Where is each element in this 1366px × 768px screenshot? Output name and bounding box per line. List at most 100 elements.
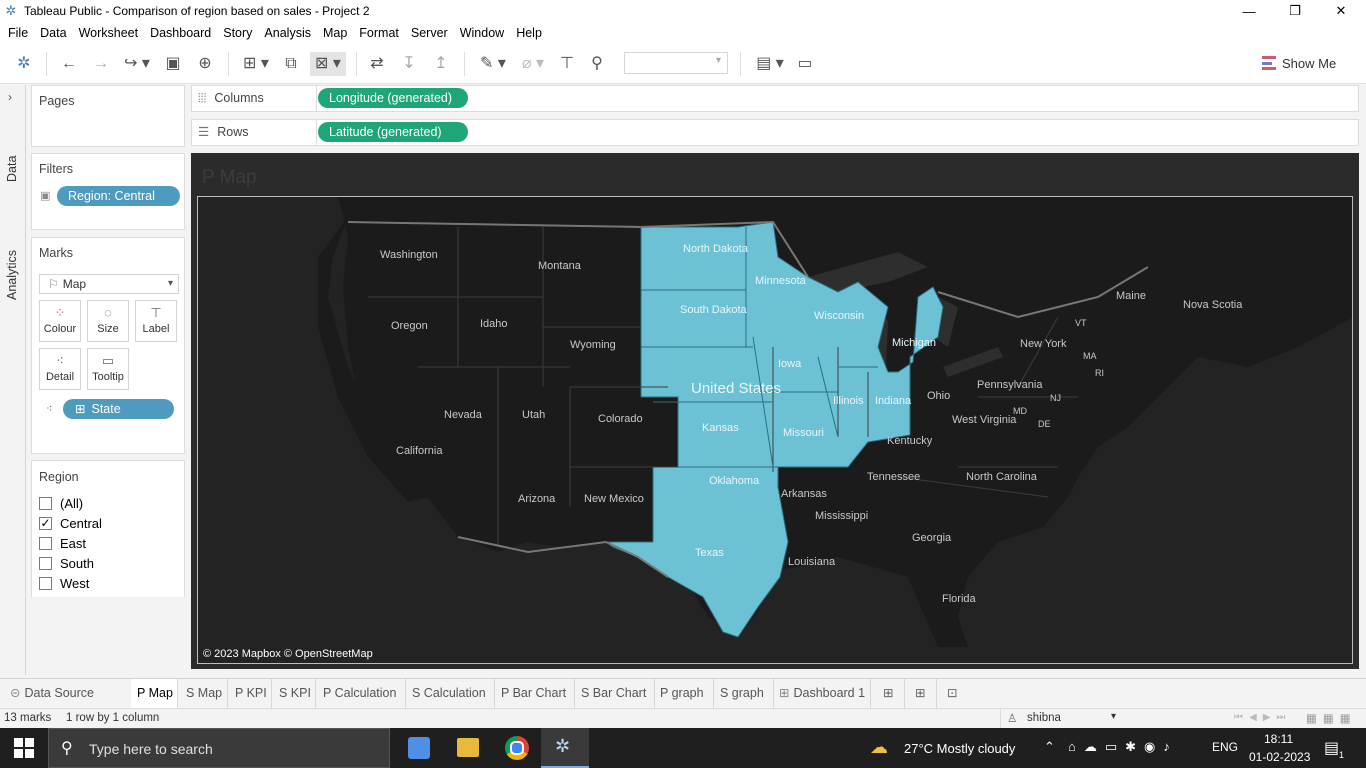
longitude-pill[interactable]: Longitude (generated)	[318, 88, 468, 108]
region-option-west[interactable]: West	[39, 574, 89, 592]
region-option-central[interactable]: ✓ Central	[39, 514, 102, 532]
clock-time[interactable]: 18:11	[1264, 732, 1293, 746]
minimize-icon[interactable]: —	[1226, 0, 1272, 22]
group-members-icon[interactable]: ⌀ ▾	[516, 52, 550, 76]
menu-map[interactable]: Map	[323, 26, 347, 40]
new-story-tab-icon[interactable]: ⊡	[941, 679, 969, 708]
new-dashboard-tab-icon[interactable]: ⊞	[909, 679, 937, 708]
swap-icon[interactable]: ↪ ▾	[120, 52, 154, 76]
menu-window[interactable]: Window	[460, 26, 504, 40]
duplicate-sheet-icon[interactable]: ⧉	[280, 52, 302, 76]
fit-view-icon[interactable]: ▤ ▾	[752, 52, 788, 76]
size-button[interactable]: ◌ Size	[87, 300, 129, 342]
tab-p-calculation[interactable]: P Calculation	[317, 679, 406, 708]
checkbox[interactable]	[39, 576, 52, 590]
weather-text[interactable]: 27°C Mostly cloudy	[904, 741, 1015, 756]
menu-worksheet[interactable]: Worksheet	[79, 26, 139, 40]
swap-rows-columns-icon[interactable]: ⇄	[366, 52, 388, 76]
language-indicator[interactable]: ENG	[1212, 740, 1238, 754]
microsoft-store-icon[interactable]	[408, 737, 430, 759]
clear-sheet-icon[interactable]: ⊠ ▾	[310, 52, 346, 76]
tab-s-calculation[interactable]: S Calculation	[406, 679, 495, 708]
tableau-home-icon[interactable]: ✲	[14, 52, 34, 76]
sort-ascending-icon[interactable]: ↧	[398, 52, 420, 76]
state-pill[interactable]: ⊞ State	[63, 399, 174, 419]
show-mark-labels-icon[interactable]: ⊤	[556, 52, 578, 76]
region-option-south[interactable]: South	[39, 554, 94, 572]
tab-s-map[interactable]: S Map	[180, 679, 228, 708]
chrome-icon[interactable]	[505, 736, 529, 760]
notification-icon[interactable]: ▤	[1324, 738, 1339, 758]
menu-server[interactable]: Server	[411, 26, 448, 40]
label-maine: Maine	[1116, 290, 1146, 302]
analytics-tab[interactable]: Analytics	[5, 250, 19, 300]
region-filter-card: Region (All) ✓ Central East South West	[31, 460, 185, 597]
label-minnesota: Minnesota	[755, 275, 807, 287]
tab-dashboard-1[interactable]: ⊞ Dashboard 1	[773, 679, 871, 708]
weather-icon: ☁	[870, 737, 888, 757]
label-mississippi: Mississippi	[815, 510, 868, 522]
show-hidden-icons-chevron-icon[interactable]: ⌃	[1044, 739, 1055, 755]
menu-help[interactable]: Help	[516, 26, 542, 40]
clock-date[interactable]: 01-02-2023	[1249, 750, 1310, 764]
colour-icon: ⁘	[54, 305, 66, 320]
fix-axes-icon[interactable]: ⚲	[586, 52, 608, 76]
menu-data[interactable]: Data	[40, 26, 66, 40]
data-tab[interactable]: Data	[5, 156, 19, 182]
tab-s-graph[interactable]: S graph	[714, 679, 774, 708]
undo-icon[interactable]: ←	[58, 52, 80, 76]
colour-button[interactable]: ⁘ Colour	[39, 300, 81, 342]
expand-plus-icon: ⊞	[75, 402, 86, 416]
checkbox[interactable]	[39, 496, 52, 510]
show-me-button[interactable]: Show Me	[1262, 53, 1336, 73]
new-data-source-icon[interactable]: ⊕	[194, 52, 216, 76]
tab-s-bar-chart[interactable]: S Bar Chart	[575, 679, 655, 708]
label-button[interactable]: ⊤ Label	[135, 300, 177, 342]
map-view[interactable]: Washington Montana Oregon Idaho Wyoming …	[197, 196, 1353, 664]
region-filter-pill[interactable]: Region: Central	[57, 186, 180, 206]
view-toggle-icons[interactable]: ▦▦▦	[1306, 711, 1357, 725]
mark-type-label: Map	[62, 277, 87, 291]
label-icon: ⊤	[150, 305, 162, 320]
new-worksheet-icon[interactable]: ⊞ ▾	[238, 52, 274, 76]
mark-type-dropdown[interactable]: ⚐ Map ▾	[39, 274, 179, 294]
detail-button[interactable]: ⁖ Detail	[39, 348, 81, 390]
file-explorer-icon[interactable]	[457, 738, 479, 757]
checkbox-checked[interactable]: ✓	[39, 516, 52, 530]
region-option-east[interactable]: East	[39, 534, 86, 552]
redo-icon[interactable]: →	[90, 52, 112, 76]
show-me-label: Show Me	[1282, 55, 1337, 71]
save-icon[interactable]: ▣	[162, 52, 184, 76]
highlight-icon[interactable]: ✎ ▾	[476, 52, 510, 76]
tab-p-kpi[interactable]: P KPI	[229, 679, 272, 708]
label-louisiana: Louisiana	[788, 556, 836, 568]
menu-format[interactable]: Format	[359, 26, 399, 40]
menu-analysis[interactable]: Analysis	[264, 26, 311, 40]
fit-dropdown[interactable]: ▾	[624, 52, 728, 74]
region-option-all[interactable]: (All)	[39, 494, 83, 512]
page-nav-icons[interactable]: ⏮◀▶⏭	[1234, 712, 1291, 723]
tab-p-map[interactable]: P Map	[131, 679, 178, 708]
checkbox[interactable]	[39, 556, 52, 570]
tooltip-button[interactable]: ▭ Tooltip	[87, 348, 129, 390]
sort-descending-icon[interactable]: ↥	[430, 52, 452, 76]
windows-start-icon[interactable]	[14, 738, 34, 758]
system-tray-icons[interactable]: ⌂☁▭✱◉♪	[1068, 739, 1178, 755]
restore-icon[interactable]: ❐	[1272, 0, 1318, 22]
new-worksheet-tab-icon[interactable]: ⊞	[877, 679, 905, 708]
menu-dashboard[interactable]: Dashboard	[150, 26, 211, 40]
tab-data-source[interactable]: ⊝ Data Source	[4, 679, 128, 708]
tab-s-kpi[interactable]: S KPI	[273, 679, 316, 708]
tab-p-graph[interactable]: P graph	[654, 679, 714, 708]
tab-p-bar-chart[interactable]: P Bar Chart	[495, 679, 575, 708]
checkbox[interactable]	[39, 536, 52, 550]
tableau-taskbar-item[interactable]: ✲	[541, 728, 589, 768]
presentation-mode-icon[interactable]: ▭	[794, 52, 816, 76]
close-icon[interactable]: ✕	[1318, 0, 1364, 22]
collapse-chevron-icon[interactable]: ›	[8, 90, 12, 104]
menu-story[interactable]: Story	[223, 26, 252, 40]
menu-file[interactable]: File	[8, 26, 28, 40]
latitude-pill[interactable]: Latitude (generated)	[318, 122, 468, 142]
taskbar-search[interactable]: ⚲ Type here to search	[48, 728, 390, 768]
user-menu[interactable]: ♙ shibna ▾	[1000, 709, 1126, 728]
